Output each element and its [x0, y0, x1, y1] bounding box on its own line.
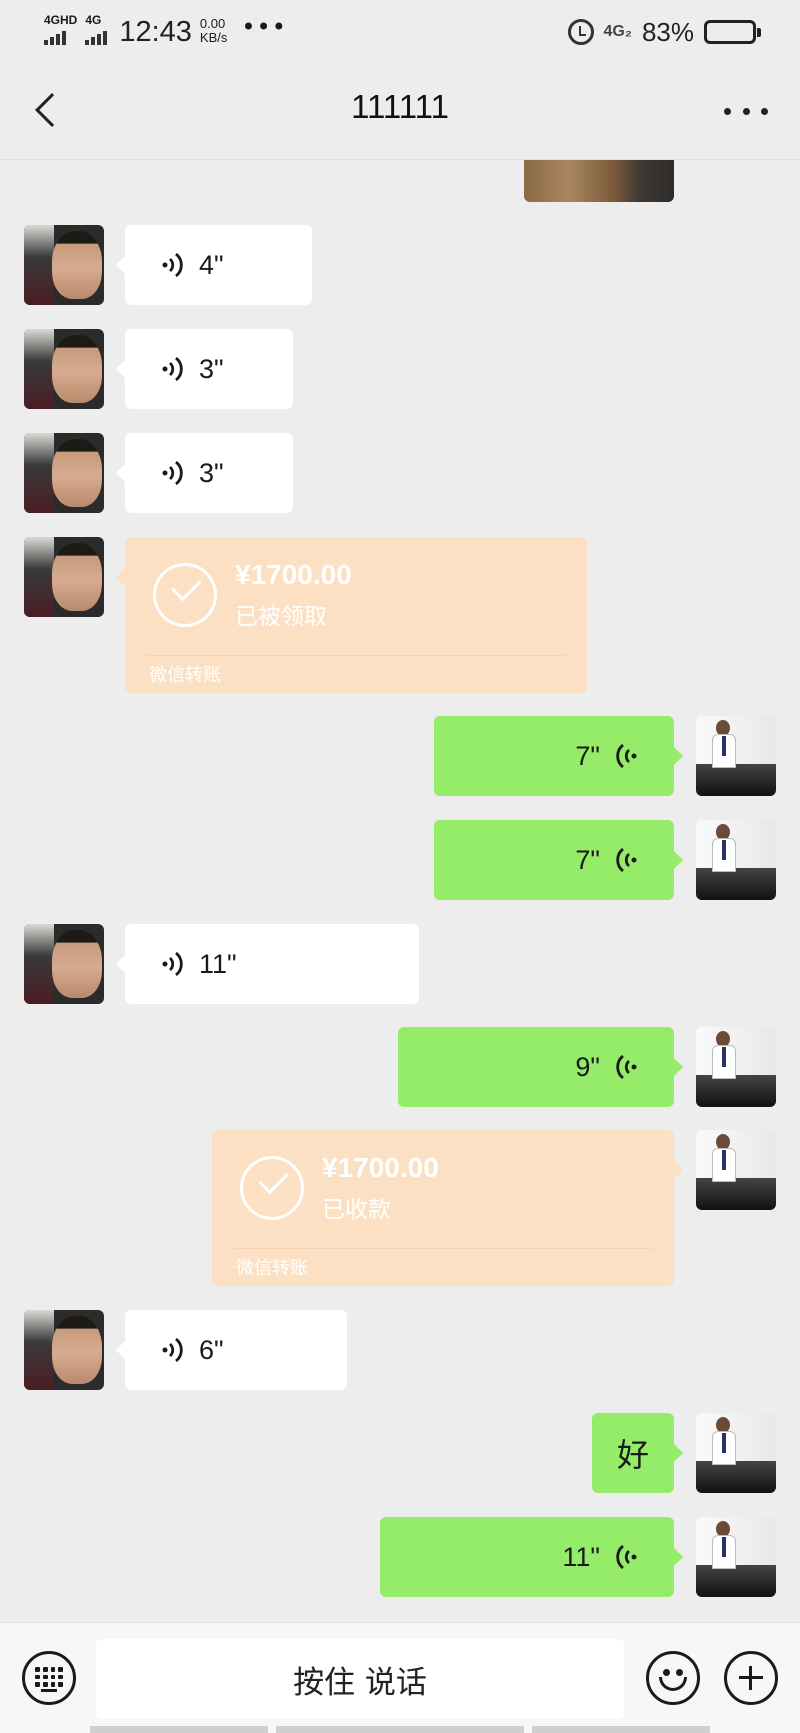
voice-message[interactable]: 11" — [380, 1517, 683, 1597]
divider — [147, 655, 565, 656]
friend-avatar[interactable] — [24, 329, 104, 409]
voice-message[interactable]: 7" — [434, 716, 683, 796]
voice-wave-icon — [162, 356, 183, 382]
friend-avatar[interactable] — [24, 1310, 104, 1390]
voice-duration: 11" — [199, 948, 237, 979]
friend-avatar[interactable] — [24, 924, 104, 1004]
chat-title: 111111 — [351, 88, 449, 125]
my-avatar[interactable] — [696, 820, 776, 900]
alarm-icon — [567, 19, 594, 45]
network-speed: 0.00 KB/s — [200, 17, 227, 45]
clock: 12:43 — [119, 16, 192, 48]
friend-avatar[interactable] — [24, 537, 104, 617]
hold-to-talk-button[interactable]: 按住 说话 — [96, 1639, 624, 1719]
voice-duration: 4" — [199, 249, 224, 280]
voice-message[interactable]: 6" — [116, 1310, 347, 1390]
signal-bars-icon — [85, 29, 108, 45]
message-list[interactable]: 4" 3" 3" ¥1700.00 已被领取 微信转账 7" 7" 11" 9" — [0, 160, 800, 1622]
network-label-4g2: 4G₂ — [603, 23, 632, 40]
voice-duration: 3" — [199, 457, 224, 488]
my-avatar[interactable] — [696, 1130, 776, 1210]
transfer-status: 已收款 — [322, 1197, 391, 1223]
my-avatar[interactable] — [696, 1517, 776, 1597]
message-text: 好 — [616, 1437, 649, 1473]
voice-wave-icon — [616, 1544, 637, 1570]
voice-message[interactable]: 4" — [116, 225, 312, 305]
check-circle-icon — [240, 1156, 304, 1220]
transfer-footer: 微信转账 — [149, 665, 221, 686]
voice-wave-icon — [616, 847, 637, 873]
emoji-icon-eye — [676, 1669, 683, 1676]
battery-percent: 83% — [641, 16, 694, 47]
my-avatar[interactable] — [696, 716, 776, 796]
friend-avatar[interactable] — [24, 225, 104, 305]
voice-wave-icon — [162, 1337, 183, 1363]
voice-wave-icon — [616, 743, 637, 769]
chat-header: 111111 — [0, 62, 800, 160]
emoji-icon — [663, 1669, 670, 1676]
status-bar: 4GHD 4G 12:43 0.00 KB/s ••• 4G₂ 83% — [0, 0, 800, 62]
bottom-strip — [0, 1726, 800, 1733]
keyboard-toggle-button[interactable] — [22, 1651, 76, 1705]
text-message[interactable]: 好 — [592, 1413, 683, 1493]
voice-duration: 11" — [562, 1541, 600, 1572]
check-circle-icon — [153, 563, 217, 627]
my-avatar[interactable] — [696, 1413, 776, 1493]
voice-wave-icon — [616, 1054, 637, 1080]
transfer-footer: 微信转账 — [236, 1258, 308, 1279]
signal-4g: 4G — [85, 13, 108, 45]
friend-avatar[interactable] — [24, 433, 104, 513]
transfer-amount: ¥1700.00 — [322, 1152, 439, 1183]
voice-duration: 7" — [575, 740, 600, 771]
network-label-4ghd: 4GHD — [44, 13, 78, 27]
voice-wave-icon — [162, 951, 183, 977]
voice-message[interactable]: 9" — [398, 1027, 683, 1107]
voice-duration: 9" — [575, 1051, 600, 1082]
divider — [234, 1248, 652, 1249]
dot — [761, 107, 768, 115]
dot — [742, 107, 750, 115]
transfer-card[interactable]: ¥1700.00 已被领取 微信转账 — [116, 537, 587, 693]
voice-duration: 6" — [199, 1334, 224, 1365]
transfer-amount: ¥1700.00 — [235, 559, 352, 590]
network-speed-value: 0.00 — [199, 16, 226, 31]
signal-bars-icon — [44, 29, 66, 45]
dot — [724, 107, 731, 115]
network-speed-unit: KB/s — [199, 30, 228, 45]
my-avatar[interactable] — [696, 1027, 776, 1107]
image-message-partial[interactable] — [524, 160, 674, 202]
keyboard-space-key — [41, 1689, 57, 1692]
voice-wave-icon — [162, 460, 183, 486]
network-label-4g: 4G — [85, 13, 102, 27]
signal-4ghd: 4GHD — [44, 14, 77, 45]
transfer-card[interactable]: ¥1700.00 已收款 微信转账 — [212, 1130, 683, 1286]
transfer-status: 已被领取 — [235, 604, 327, 630]
keyboard-icon — [35, 1667, 63, 1687]
voice-message[interactable]: 3" — [116, 433, 293, 513]
status-right: 4G₂ 83% — [567, 14, 761, 50]
voice-duration: 7" — [575, 844, 600, 875]
voice-wave-icon — [162, 252, 183, 278]
plus-button[interactable] — [724, 1651, 778, 1705]
emoji-icon-mouth — [659, 1677, 687, 1691]
voice-message[interactable]: 3" — [116, 329, 293, 409]
notification-more-icon: ••• — [241, 13, 287, 41]
voice-message[interactable]: 11" — [116, 924, 419, 1004]
status-left: 4GHD 4G 12:43 0.00 KB/s ••• — [44, 14, 287, 50]
voice-duration: 3" — [199, 353, 224, 384]
battery-icon — [704, 20, 761, 44]
emoji-button[interactable] — [646, 1651, 700, 1705]
input-bar: 按住 说话 — [0, 1622, 800, 1733]
voice-message[interactable]: 7" — [434, 820, 683, 900]
more-options-button[interactable] — [724, 96, 768, 126]
